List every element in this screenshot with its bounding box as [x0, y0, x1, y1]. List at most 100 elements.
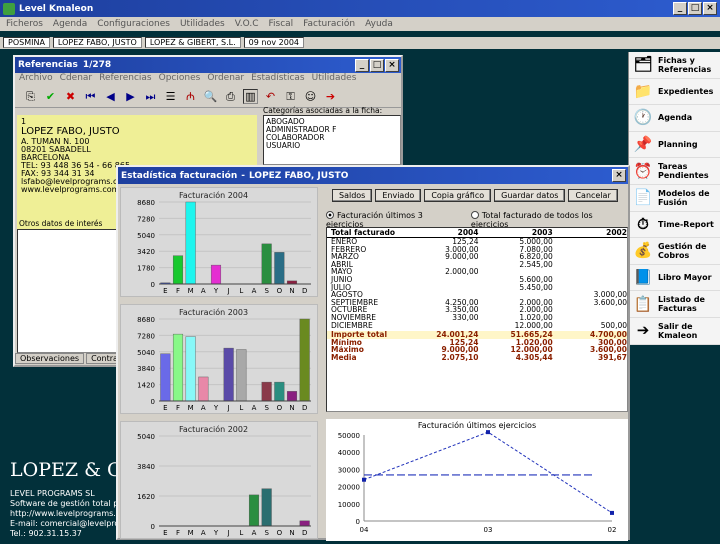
- check-icon[interactable]: ✔: [43, 90, 58, 103]
- minimize-button[interactable]: _: [673, 2, 687, 15]
- ref-menu-item[interactable]: Cdenar: [60, 73, 92, 86]
- menu-item[interactable]: Ayuda: [365, 19, 393, 29]
- x-tick-label: M: [188, 287, 194, 295]
- table-cell: 2.000,00: [519, 306, 553, 314]
- sidebar-item[interactable]: 📋 Listado de Facturas: [629, 291, 720, 318]
- exit-arrow-icon[interactable]: ➔: [323, 90, 338, 103]
- menu-item[interactable]: Ficheros: [6, 19, 43, 29]
- y-tick-label: 0: [151, 523, 155, 531]
- y-tick-label: 30000: [338, 466, 360, 474]
- sidebar-item[interactable]: 📘 Libro Mayor: [629, 265, 720, 292]
- first-icon[interactable]: ⏮: [83, 90, 98, 104]
- menu-item[interactable]: Facturación: [303, 19, 355, 29]
- est-button[interactable]: Cancelar: [568, 189, 618, 202]
- clock-icon: 🕐: [633, 108, 653, 127]
- ref-tab[interactable]: Observaciones: [15, 353, 85, 364]
- x-tick-label: 04: [360, 526, 369, 534]
- category-item[interactable]: USUARIO: [266, 142, 398, 150]
- y-tick-label: 8680: [137, 316, 155, 324]
- ref-menu-item[interactable]: Opciones: [159, 73, 201, 86]
- context-field[interactable]: LOPEZ & GIBERT, S.L.: [144, 37, 241, 48]
- x-tick-label: E: [163, 404, 167, 412]
- context-field[interactable]: 09 nov 2004: [243, 37, 304, 48]
- table-cell: 3.000,00: [445, 245, 479, 254]
- table-cell: 5.450,00: [519, 283, 553, 292]
- ref-menu-item[interactable]: Estadísticas: [251, 73, 305, 86]
- chart-icon[interactable]: ▥: [243, 89, 258, 104]
- bar: [185, 201, 196, 285]
- user-icon[interactable]: ☺: [303, 90, 318, 103]
- ref-menu-item[interactable]: Ordenar: [207, 73, 244, 86]
- context-field[interactable]: POSMINA: [3, 37, 50, 48]
- ref-menu-item[interactable]: Archivo: [19, 73, 53, 86]
- sidebar-item[interactable]: 📌 Planning: [629, 132, 720, 159]
- table-cell: JULIO: [331, 283, 351, 292]
- ref-minimize-button[interactable]: _: [355, 58, 369, 72]
- totals-cell: 51.665,24: [510, 331, 553, 339]
- undo-icon[interactable]: ↶: [263, 90, 278, 103]
- referencias-title: Referencias: [18, 60, 78, 70]
- sidebar-item-label: Expedientes: [658, 86, 714, 96]
- sidebar-item[interactable]: 🗂 Fichas y Referencias: [629, 52, 720, 79]
- menu-item[interactable]: Configuraciones: [97, 19, 170, 29]
- list-icon[interactable]: ☰: [163, 90, 178, 103]
- maximize-button[interactable]: □: [688, 2, 702, 15]
- est-button[interactable]: Copia gráfico: [424, 189, 492, 202]
- table-cell: 330,00: [452, 313, 479, 322]
- sidebar-item[interactable]: ➔ Salir de Kmaleon: [629, 318, 720, 345]
- sidebar-item[interactable]: 📄 Modelos de Fusión: [629, 185, 720, 212]
- key-icon[interactable]: ⚿: [283, 90, 298, 104]
- print-icon[interactable]: ⎙: [223, 90, 238, 104]
- est-button[interactable]: Guardar datos: [494, 189, 566, 202]
- header-cell: 2003: [531, 228, 553, 237]
- est-button[interactable]: Enviado: [375, 189, 422, 202]
- sidebar-item[interactable]: 📁 Expedientes: [629, 79, 720, 106]
- menu-item[interactable]: Utilidades: [180, 19, 225, 29]
- est-close-button[interactable]: ×: [612, 169, 626, 182]
- table-cell: [404, 284, 478, 292]
- table-cell: [404, 291, 478, 299]
- ref-maximize-button[interactable]: □: [370, 58, 384, 72]
- last-icon[interactable]: ⏭: [143, 90, 158, 104]
- next-icon[interactable]: ▶: [123, 90, 138, 103]
- table-cell: OCTUBRE: [331, 306, 368, 314]
- x-tick-label: 02: [608, 526, 617, 534]
- cancel-icon[interactable]: ✖: [63, 90, 78, 103]
- categories-list[interactable]: ABOGADO ADMINISTRADOR F COLABORADOR USUARIO: [263, 115, 401, 165]
- x-tick-label: M: [188, 529, 194, 537]
- chart-title: Facturación últimos ejercicios: [418, 420, 536, 430]
- totals-cell: 9.000,00: [441, 346, 479, 354]
- series-line: [363, 431, 613, 514]
- table-cell: ABRIL: [331, 260, 353, 269]
- sidebar-item[interactable]: 💰 Gestión de Cobros: [629, 238, 720, 265]
- sidebar-item[interactable]: ⏰ Tareas Pendientes: [629, 158, 720, 185]
- context-field[interactable]: LOPEZ FABO, JUSTO: [52, 37, 142, 48]
- ref-menu-item[interactable]: Referencias: [99, 73, 152, 86]
- close-button[interactable]: ×: [703, 2, 717, 15]
- bar: [210, 264, 222, 285]
- ref-menu-item[interactable]: Utilidades: [312, 73, 357, 86]
- ref-close-button[interactable]: ×: [385, 58, 399, 72]
- sidebar-item-label: Planning: [658, 140, 698, 150]
- sidebar-item[interactable]: ⏱ Time-Report: [629, 212, 720, 239]
- table-row: OCTUBRE 3.350,00 2.000,00: [327, 306, 627, 314]
- search-icon[interactable]: 🔍: [203, 90, 218, 103]
- prev-icon[interactable]: ◀: [103, 90, 118, 103]
- est-button[interactable]: Saldos: [332, 189, 373, 202]
- menu-item[interactable]: Agenda: [53, 19, 87, 29]
- totals-cell: Mínimo: [331, 338, 362, 347]
- menu-item[interactable]: V.O.C: [235, 19, 259, 29]
- table-cell: [553, 238, 627, 246]
- new-icon[interactable]: ⎘: [23, 90, 38, 104]
- table-row: MARZO 9.000,00 6.820,00: [327, 253, 627, 261]
- x-tick-label: S: [264, 529, 269, 537]
- line-chart: Facturación últimos ejercicios 0 10000 2000…: [326, 419, 628, 541]
- totals-cell: 125,24: [449, 338, 479, 347]
- table-cell: 4.250,00: [445, 298, 479, 307]
- totals-cell: 1.020,00: [515, 338, 553, 347]
- find-icon[interactable]: ₼: [183, 89, 198, 104]
- menu-item[interactable]: Fiscal: [268, 19, 293, 29]
- record-number: 1: [21, 117, 27, 126]
- chart-2004: Facturación 2004 0 1780 3420 5040 7280 8680 E F M…: [120, 187, 318, 297]
- sidebar-item[interactable]: 🕐 Agenda: [629, 105, 720, 132]
